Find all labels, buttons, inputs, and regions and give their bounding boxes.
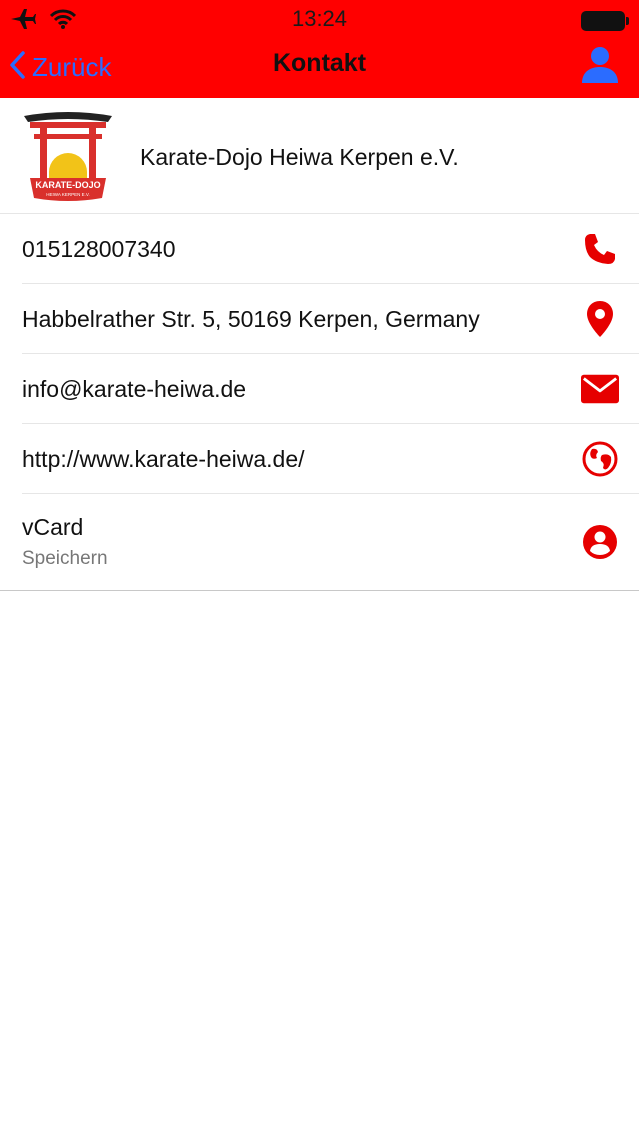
list-divider <box>0 590 639 591</box>
header: 13:24 Zurück Kontakt <box>0 0 639 98</box>
address-row[interactable]: Habbelrather Str. 5, 50169 Kerpen, Germa… <box>22 284 639 354</box>
contact-card-icon <box>581 523 619 561</box>
website-url: http://www.karate-heiwa.de/ <box>22 446 305 472</box>
back-label: Zurück <box>32 51 112 82</box>
email-row[interactable]: info@karate-heiwa.de <box>22 354 639 424</box>
user-icon <box>581 47 619 89</box>
address-text: Habbelrather Str. 5, 50169 Kerpen, Germa… <box>22 306 480 332</box>
phone-row[interactable]: 015128007340 <box>22 214 639 284</box>
vcard-row[interactable]: vCard Speichern <box>22 494 639 590</box>
status-time: 13:24 <box>291 6 348 31</box>
mail-icon <box>581 370 619 408</box>
phone-icon <box>581 230 619 268</box>
back-button[interactable]: Zurück <box>8 48 111 86</box>
location-pin-icon <box>581 300 619 338</box>
karate-dojo-logo: KARATE-DOJO HEIWA KERPEN E.V. <box>22 110 114 202</box>
logo-text: KARATE-DOJO <box>35 180 100 190</box>
vcard-subtitle: Speichern <box>22 548 108 569</box>
organization-name: Karate-Dojo Heiwa Kerpen e.V. <box>140 144 459 170</box>
organization-row: KARATE-DOJO HEIWA KERPEN E.V. Karate-Doj… <box>0 98 639 214</box>
email-address: info@karate-heiwa.de <box>22 376 247 402</box>
vcard-label: vCard <box>22 514 84 540</box>
logo-subtext: HEIWA KERPEN E.V. <box>46 192 89 197</box>
status-bar: 13:24 <box>0 0 639 40</box>
globe-icon <box>581 440 619 478</box>
chevron-left-icon <box>8 50 26 85</box>
nav-bar: Zurück Kontakt <box>0 40 639 98</box>
contact-list: KARATE-DOJO HEIWA KERPEN E.V. Karate-Doj… <box>0 98 639 591</box>
phone-number: 015128007340 <box>22 236 176 262</box>
profile-button[interactable] <box>581 45 619 85</box>
battery-icon <box>581 11 629 31</box>
website-row[interactable]: http://www.karate-heiwa.de/ <box>22 424 639 494</box>
